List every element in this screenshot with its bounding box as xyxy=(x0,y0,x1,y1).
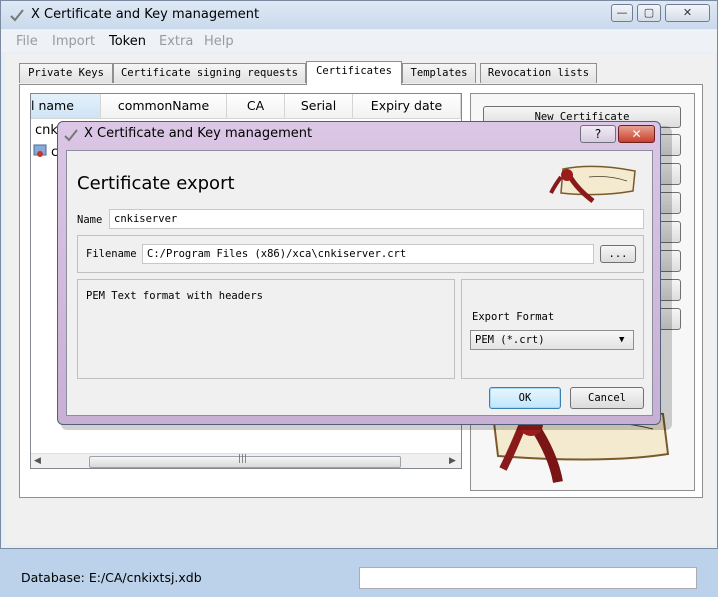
scroll-right-icon[interactable]: ▶ xyxy=(449,456,456,466)
certificate-icon xyxy=(33,144,47,158)
tab-private-keys[interactable]: Private Keys xyxy=(19,63,113,83)
tab-revocation-lists[interactable]: Revocation lists xyxy=(480,63,597,83)
tab-certificates[interactable]: Certificates xyxy=(306,61,402,85)
column-header-ca[interactable]: CA xyxy=(227,94,285,119)
column-header-name[interactable]: l name xyxy=(31,94,101,119)
dialog-heading: Certificate export xyxy=(77,173,235,194)
grip-icon: ||| xyxy=(238,454,248,464)
format-description: PEM Text format with headers xyxy=(86,290,264,302)
app-icon xyxy=(9,7,25,23)
export-format-label: Export Format xyxy=(472,311,555,323)
tab-templates[interactable]: Templates xyxy=(402,63,476,83)
column-header-commonname[interactable]: commonName xyxy=(101,94,227,119)
scroll-left-icon[interactable]: ◀ xyxy=(34,456,41,466)
column-header-serial[interactable]: Serial xyxy=(285,94,353,119)
name-label: Name xyxy=(77,214,103,226)
help-button[interactable]: ? xyxy=(580,125,616,143)
dialog-app-icon xyxy=(64,128,78,142)
tab-csr[interactable]: Certificate signing requests xyxy=(113,63,306,83)
close-button[interactable]: ✕ xyxy=(665,4,710,22)
menu-extra[interactable]: Extra xyxy=(159,34,193,49)
menu-file[interactable]: File xyxy=(16,34,38,49)
menu-help[interactable]: Help xyxy=(204,34,234,49)
status-bar: Database: E:/CA/cnkixtsj.xdb xyxy=(9,559,718,597)
main-title-bar: X Certificate and Key management — ▢ ✕ xyxy=(1,1,717,29)
menu-import[interactable]: Import xyxy=(52,34,95,49)
horizontal-scrollbar[interactable]: ◀ ||| ▶ xyxy=(31,453,461,468)
dialog-body: Certificate export Name cnkiserver Filen… xyxy=(66,150,653,416)
chevron-down-icon: ▼ xyxy=(619,335,625,345)
name-field[interactable]: cnkiserver xyxy=(109,209,644,229)
certificate-export-dialog: X Certificate and Key management ? ✕ Cer… xyxy=(57,121,661,425)
xca-scroll-icon xyxy=(549,161,639,203)
format-description-box: PEM Text format with headers xyxy=(77,279,455,379)
menu-bar: File Import Token Extra Help xyxy=(1,30,717,52)
cancel-button[interactable]: Cancel xyxy=(570,387,644,409)
export-format-value: PEM (*.crt) xyxy=(475,334,545,346)
menu-token[interactable]: Token xyxy=(109,34,146,49)
ok-button[interactable]: OK xyxy=(489,387,561,409)
dialog-close-button[interactable]: ✕ xyxy=(618,125,655,143)
database-path: Database: E:/CA/cnkixtsj.xdb xyxy=(21,570,202,585)
status-field xyxy=(359,567,697,589)
scroll-thumb[interactable]: ||| xyxy=(89,454,401,468)
filename-group: Filename C:/Program Files (x86)/xca\cnki… xyxy=(77,235,644,273)
export-format-group: Export Format PEM (*.crt) ▼ xyxy=(461,279,644,379)
dialog-title: X Certificate and Key management xyxy=(84,126,313,141)
maximize-button[interactable]: ▢ xyxy=(637,4,661,22)
column-header-expiry[interactable]: Expiry date xyxy=(353,94,461,119)
export-format-select[interactable]: PEM (*.crt) ▼ xyxy=(470,330,634,350)
main-title: X Certificate and Key management xyxy=(31,7,260,22)
filename-label: Filename xyxy=(86,248,137,260)
filename-field[interactable]: C:/Program Files (x86)/xca\cnkiserver.cr… xyxy=(142,244,594,264)
browse-button[interactable]: ... xyxy=(600,245,636,263)
minimize-button[interactable]: — xyxy=(611,4,633,22)
